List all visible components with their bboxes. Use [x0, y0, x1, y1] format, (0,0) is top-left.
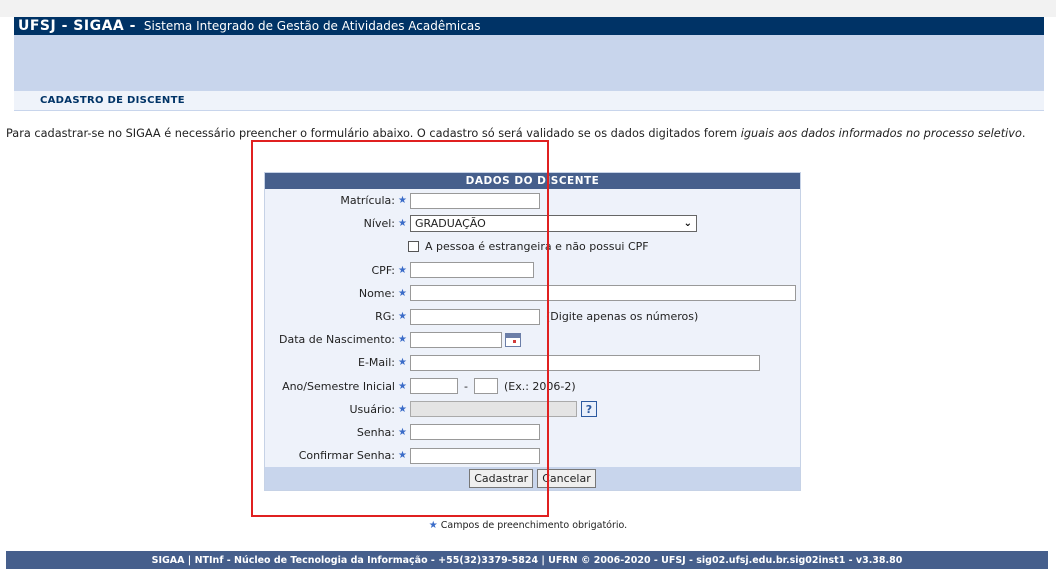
required-star-icon: ★ [398, 334, 407, 346]
nivel-selected-value: GRADUAÇÃO [415, 217, 486, 231]
usuario-label: Usuário: [349, 402, 395, 416]
matricula-label: Matrícula: [340, 194, 395, 208]
row-rg: RG: ★ (Digite apenas os números) [265, 305, 800, 328]
required-star-icon: ★ [398, 264, 407, 276]
confirmar-senha-input[interactable] [410, 447, 540, 464]
senha-input[interactable] [410, 424, 540, 441]
calendar-icon[interactable] [505, 332, 521, 347]
row-ano-semestre: Ano/Semestre Inicial ★ - (Ex.: 2006-2) [265, 375, 800, 398]
usuario-input [410, 401, 577, 418]
cadastrar-button[interactable]: Cadastrar [469, 469, 534, 489]
header-banner [14, 35, 1044, 91]
confirmar-senha-label: Confirmar Senha: [298, 449, 395, 463]
semestre-input[interactable] [473, 378, 498, 395]
row-nivel: Nível: ★ GRADUAÇÃO ⌄ [265, 212, 800, 235]
required-star-icon: ★ [398, 426, 407, 438]
ano-semestre-separator: - [464, 379, 468, 393]
student-form: Dados do Discente Matrícula: ★ Nível: ★ … [264, 172, 801, 492]
required-note: ★ Campos de preenchimento obrigatório. [0, 520, 1056, 531]
nascimento-label: Data de Nascimento: [278, 333, 395, 347]
matricula-input[interactable] [410, 192, 540, 209]
required-note-text: Campos de preenchimento obrigatório. [440, 520, 628, 531]
required-star-icon: ★ [398, 403, 407, 415]
required-star-icon: ★ [398, 450, 407, 462]
intro-text-a: Para cadastrar-se no SIGAA é necessário … [6, 127, 741, 140]
app-brand: UFSJ - SIGAA - [18, 18, 136, 34]
form-buttons: Cadastrar Cancelar [265, 467, 800, 491]
rg-hint: (Digite apenas os números) [546, 310, 699, 324]
estrangeira-checkbox[interactable] [408, 241, 419, 253]
chevron-down-icon: ⌄ [683, 218, 692, 230]
row-usuario: Usuário: ★ ? [265, 398, 800, 421]
row-nascimento: Data de Nascimento: ★ [265, 328, 800, 351]
estrangeira-label: A pessoa é estrangeira e não possui CPF [425, 240, 649, 254]
app-subtitle: Sistema Integrado de Gestão de Atividade… [143, 19, 481, 33]
row-email: E-Mail: ★ [265, 351, 800, 374]
row-matricula: Matrícula: ★ [265, 189, 800, 212]
form-caption: Dados do Discente [265, 173, 800, 189]
required-star-icon: ★ [398, 218, 407, 230]
nivel-select[interactable]: GRADUAÇÃO ⌄ [410, 215, 697, 233]
page-footer: SIGAA | NTInf - Núcleo de Tecnologia da … [6, 551, 1048, 569]
ano-semestre-label: Ano/Semestre Inicial [282, 379, 395, 393]
row-senha: Senha: ★ [265, 421, 800, 444]
nome-label: Nome: [358, 286, 395, 300]
cancelar-button[interactable]: Cancelar [537, 469, 596, 489]
row-confirmar-senha: Confirmar Senha: ★ [265, 444, 800, 467]
required-star-icon: ★ [428, 520, 438, 531]
row-nome: Nome: ★ [265, 282, 800, 305]
page-title: Cadastro de Discente [40, 95, 185, 106]
rg-label: RG: [375, 310, 395, 324]
nascimento-input[interactable] [410, 331, 502, 348]
nivel-label: Nível: [363, 217, 395, 231]
intro-text-italic: iguais aos dados informados no processo … [740, 127, 1022, 140]
cpf-label: CPF: [371, 263, 396, 277]
senha-label: Senha: [356, 425, 395, 439]
email-label: E-Mail: [358, 356, 395, 370]
row-estrangeira: A pessoa é estrangeira e não possui CPF [265, 235, 800, 258]
ano-semestre-hint: (Ex.: 2006-2) [503, 379, 576, 393]
email-input[interactable] [410, 354, 760, 371]
intro-text-b: . [1021, 127, 1026, 140]
required-star-icon: ★ [398, 311, 407, 323]
required-star-icon: ★ [398, 195, 407, 207]
app-header: UFSJ - SIGAA - Sistema Integrado de Gest… [14, 17, 1044, 35]
help-icon[interactable]: ? [581, 401, 597, 418]
rg-input[interactable] [410, 308, 540, 325]
section-header: Cadastro de Discente [14, 91, 1044, 111]
row-cpf: CPF: ★ [265, 259, 800, 282]
cpf-input[interactable] [410, 262, 534, 279]
browser-top-strip [0, 0, 1056, 17]
required-star-icon: ★ [398, 357, 407, 369]
required-star-icon: ★ [398, 287, 407, 299]
ano-input[interactable] [410, 378, 458, 395]
required-star-icon: ★ [398, 380, 407, 392]
intro-text: Para cadastrar-se no SIGAA é necessário … [6, 127, 1046, 140]
nome-input[interactable] [410, 285, 796, 302]
